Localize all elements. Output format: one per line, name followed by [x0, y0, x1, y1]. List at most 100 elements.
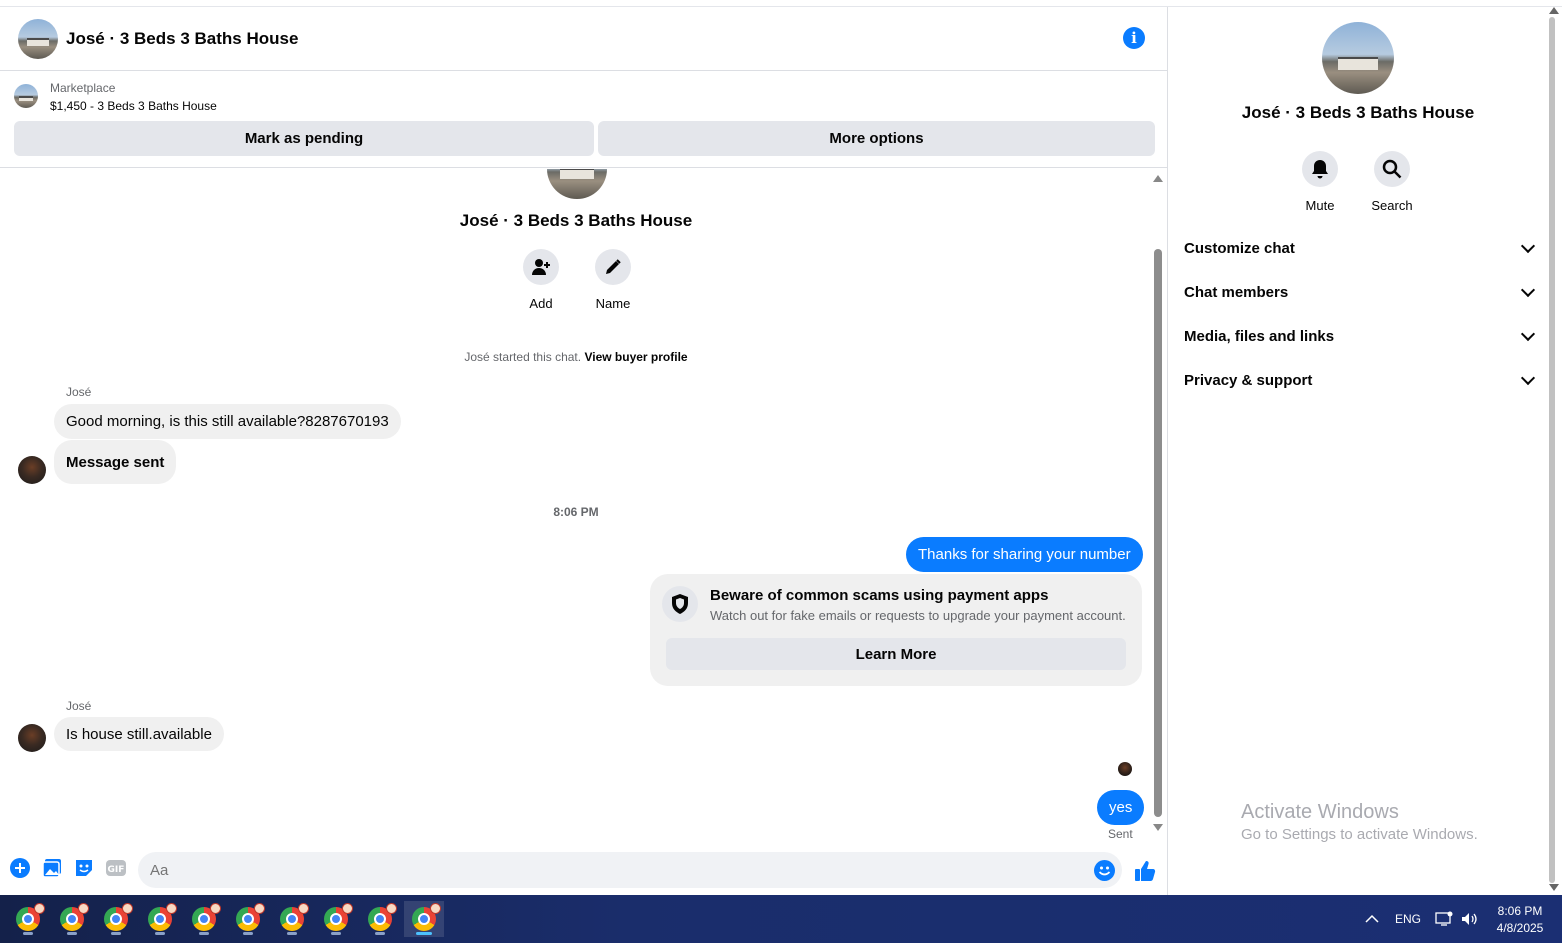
sender-avatar[interactable] [18, 724, 46, 752]
chrome-taskbar-icon[interactable] [228, 901, 268, 937]
message-thread[interactable]: José · 3 Beds 3 Baths House Add Name Jos… [0, 169, 1152, 839]
marketplace-label: Marketplace [50, 81, 116, 95]
chrome-taskbar-icon[interactable] [140, 901, 180, 937]
thread-avatar [547, 169, 607, 199]
outgoing-message[interactable]: yes [1097, 790, 1145, 825]
started-text: José started this chat. [464, 350, 582, 364]
timestamp-separator: 8:06 PM [553, 505, 599, 519]
message-status: Sent [1108, 827, 1133, 839]
chevron-down-icon [1520, 282, 1536, 298]
search-button[interactable]: Search [1362, 151, 1422, 213]
mute-button[interactable]: Mute [1290, 151, 1350, 213]
page-scrollbar[interactable] [1547, 7, 1562, 895]
clock-time: 8:06 PM [1497, 904, 1543, 918]
windows-taskbar: ENG 8:06 PM 4/8/2025 [0, 895, 1562, 943]
conversation-title[interactable]: José · 3 Beds 3 Baths House [66, 29, 298, 49]
incoming-message[interactable]: Good morning, is this still available?82… [54, 404, 401, 439]
shield-icon [662, 586, 698, 622]
info-icon[interactable]: i [1123, 27, 1145, 49]
scroll-down-arrow-icon[interactable] [1549, 884, 1559, 891]
listing-avatar[interactable] [18, 18, 58, 59]
search-label: Search [1371, 198, 1413, 213]
top-strip [0, 0, 1562, 7]
chrome-taskbar-icon-active[interactable] [404, 901, 444, 937]
sticker-icon[interactable] [73, 857, 95, 879]
learn-more-button[interactable]: Learn More [666, 638, 1126, 670]
scrollbar-thumb[interactable] [1154, 249, 1162, 817]
thread-scrollbar[interactable] [1152, 169, 1164, 839]
scroll-up-arrow-icon[interactable] [1153, 175, 1163, 182]
chrome-taskbar-icon[interactable] [272, 901, 312, 937]
scroll-down-arrow-icon[interactable] [1153, 824, 1163, 831]
chevron-down-icon [1520, 238, 1536, 254]
running-indicator [111, 932, 121, 935]
info-avatar [1322, 22, 1394, 94]
chat-members-section[interactable]: Chat members [1184, 272, 1539, 312]
mark-pending-button[interactable]: Mark as pending [14, 121, 594, 156]
more-options-button[interactable]: More options [598, 121, 1155, 156]
volume-icon[interactable] [1460, 895, 1478, 943]
scam-warning-text: Watch out for fake emails or requests to… [710, 608, 1126, 623]
chrome-taskbar-icon[interactable] [184, 901, 224, 937]
chrome-taskbar-icon[interactable] [360, 901, 400, 937]
sender-name: José [66, 699, 92, 713]
incoming-message[interactable]: Message sent [54, 440, 177, 484]
clock-date: 4/8/2025 [1496, 921, 1544, 935]
scroll-up-arrow-icon[interactable] [1549, 7, 1559, 14]
profile-badge-icon [166, 903, 177, 914]
section-label: Chat members [1184, 283, 1289, 301]
watermark-subtitle: Go to Settings to activate Windows. [1241, 826, 1478, 843]
system-clock[interactable]: 8:06 PM 4/8/2025 [1480, 903, 1560, 937]
customize-chat-section[interactable]: Customize chat [1184, 228, 1539, 268]
watermark-title: Activate Windows [1241, 801, 1399, 823]
outgoing-message[interactable]: Thanks for sharing your number [906, 537, 1143, 572]
name-chat-button[interactable]: Name [583, 249, 643, 311]
scam-warning-card: Beware of common scams using payment app… [650, 574, 1142, 686]
chevron-down-icon [1520, 326, 1536, 342]
privacy-support-section[interactable]: Privacy & support [1184, 360, 1539, 400]
svg-text:GIF: GIF [108, 865, 125, 875]
message-input[interactable] [138, 852, 1122, 888]
incoming-message[interactable]: Is house still.available [54, 717, 224, 751]
info-title: José · 3 Beds 3 Baths House [1241, 103, 1475, 122]
chrome-taskbar-icon[interactable] [52, 901, 92, 937]
marketplace-banner: Marketplace $1,450 - 3 Beds 3 Baths Hous… [0, 71, 1167, 168]
chrome-taskbar-icon[interactable] [96, 901, 136, 937]
message-composer: GIF [0, 847, 1167, 895]
profile-badge-icon [78, 903, 89, 914]
profile-badge-icon [122, 903, 133, 914]
network-icon[interactable] [1435, 895, 1453, 943]
show-hidden-icons-chevron-icon[interactable] [1365, 895, 1379, 943]
search-icon [1374, 151, 1410, 187]
photo-icon[interactable] [41, 857, 63, 879]
listing-thumbnail[interactable] [14, 84, 38, 108]
page-scrollbar-thumb[interactable] [1549, 17, 1555, 883]
gif-icon[interactable]: GIF [105, 857, 127, 879]
listing-title[interactable]: $1,450 - 3 Beds 3 Baths House [50, 99, 217, 113]
running-indicator [23, 932, 33, 935]
messenger-window: José · 3 Beds 3 Baths House i Marketplac… [0, 0, 1562, 943]
pencil-icon [595, 249, 631, 285]
mute-label: Mute [1305, 198, 1335, 213]
add-people-button[interactable]: Add [511, 249, 571, 311]
thumbs-up-icon[interactable] [1133, 859, 1157, 883]
plus-circle-icon[interactable] [9, 857, 31, 879]
profile-badge-icon [298, 903, 309, 914]
chat-info-panel: José · 3 Beds 3 Baths House Mute Search … [1169, 7, 1547, 895]
profile-badge-icon [386, 903, 397, 914]
read-receipt-avatar [1118, 762, 1132, 776]
conversation-pane: José · 3 Beds 3 Baths House i Marketplac… [0, 7, 1168, 895]
language-indicator[interactable]: ENG [1395, 895, 1421, 943]
chrome-taskbar-icon[interactable] [316, 901, 356, 937]
media-files-links-section[interactable]: Media, files and links [1184, 316, 1539, 356]
emoji-icon[interactable] [1094, 860, 1115, 881]
running-indicator [67, 932, 77, 935]
section-label: Customize chat [1184, 239, 1295, 257]
profile-badge-icon [254, 903, 265, 914]
profile-badge-icon [430, 903, 441, 914]
conversation-header: José · 3 Beds 3 Baths House i [0, 7, 1167, 71]
section-label: Privacy & support [1184, 371, 1313, 389]
view-buyer-profile-link[interactable]: View buyer profile [584, 350, 687, 364]
chrome-taskbar-icon[interactable] [8, 901, 48, 937]
sender-avatar[interactable] [18, 456, 46, 484]
